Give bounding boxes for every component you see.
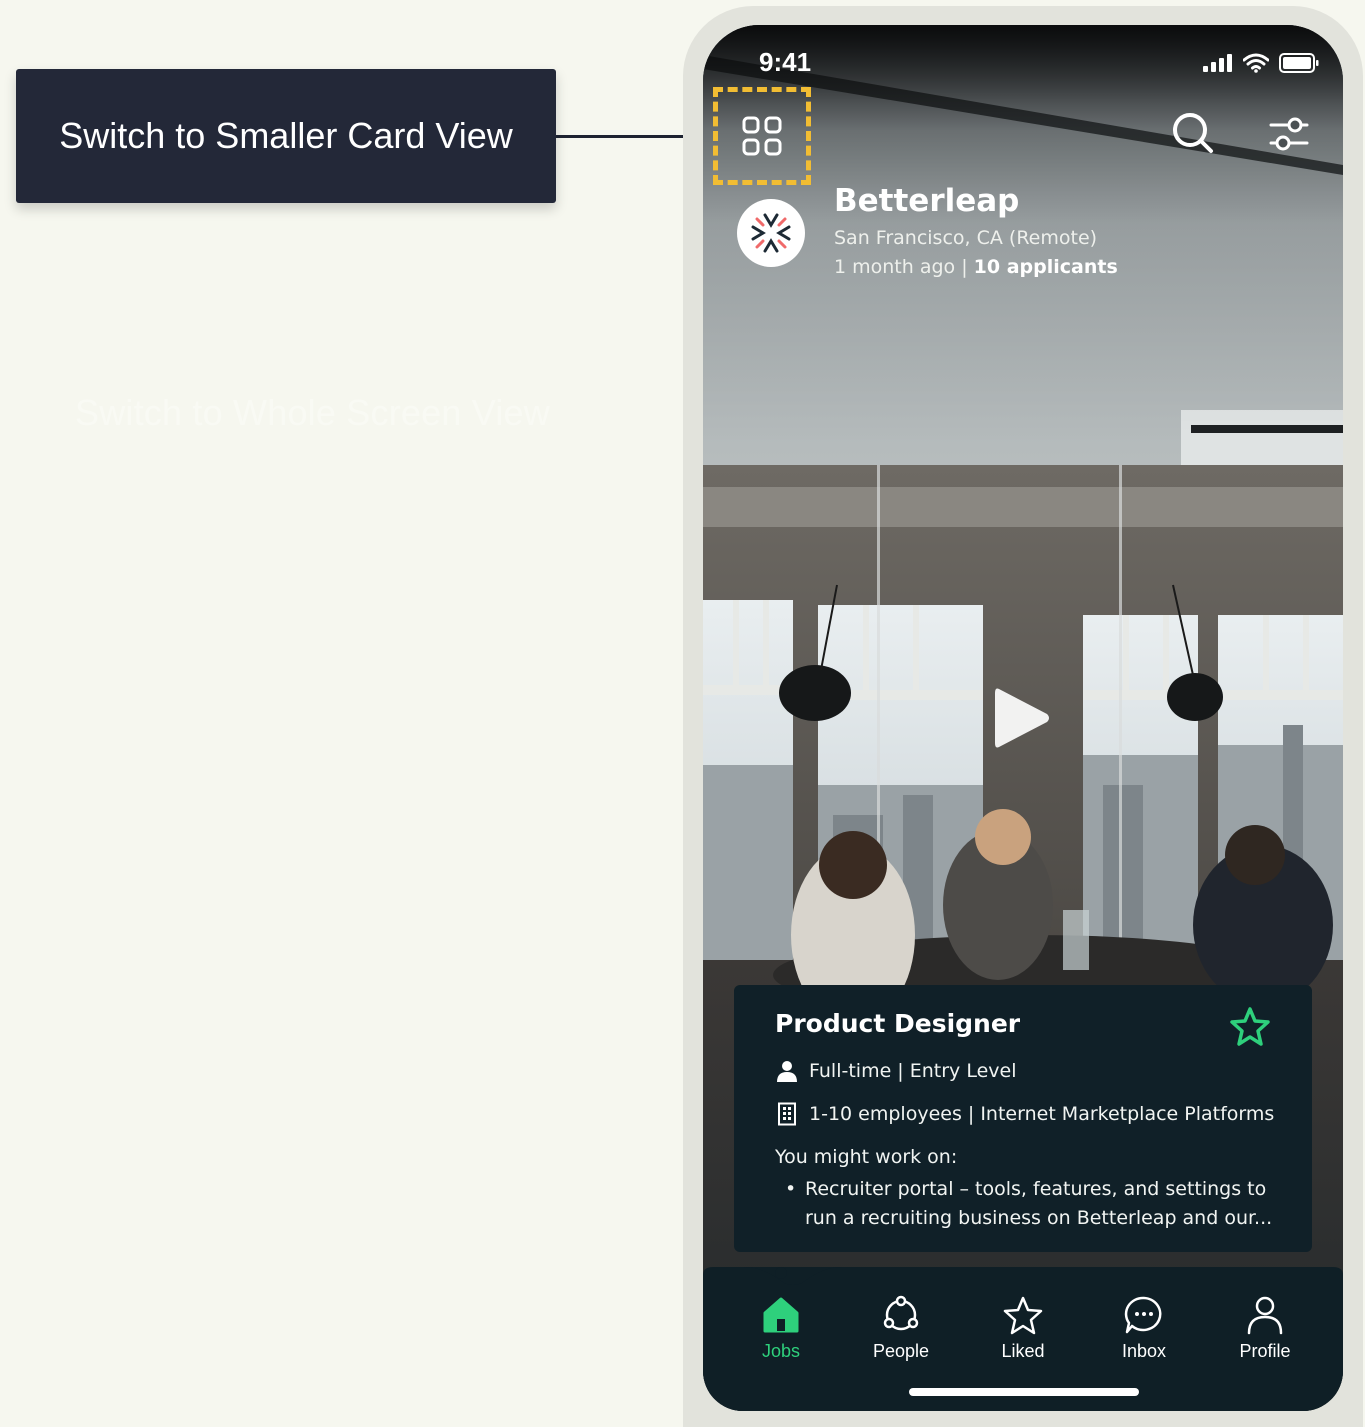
tab-profile[interactable]: Profile: [1215, 1295, 1315, 1362]
tab-label: Jobs: [761, 1341, 801, 1361]
phone-screen: 9:41 Betterleap San Francisco, CA (Remot…: [703, 25, 1343, 1411]
like-job-button[interactable]: [1228, 1005, 1272, 1049]
company-info: 1-10 employees | Internet Marketplace Pl…: [809, 1103, 1275, 1125]
meta-separator: |: [961, 256, 968, 278]
tab-label: Liked: [1001, 1341, 1045, 1361]
grid-view-toggle-button[interactable]: [713, 87, 811, 185]
home-icon: [763, 1297, 799, 1333]
employment-type: Full-time | Entry Level: [809, 1060, 1017, 1082]
search-button[interactable]: [1171, 111, 1215, 155]
people-icon: [883, 1295, 919, 1331]
annotation-callout: Switch to Smaller Card View: [16, 69, 556, 203]
company-info-row: 1-10 employees | Internet Marketplace Pl…: [775, 1102, 1274, 1126]
tab-jobs[interactable]: Jobs: [731, 1295, 831, 1362]
tab-indicator-dot: [775, 1267, 787, 1279]
tab-people[interactable]: People: [851, 1295, 951, 1362]
play-icon: [995, 688, 1049, 748]
company-logo[interactable]: [737, 199, 805, 267]
posted-time: 1 month ago: [834, 256, 956, 278]
company-meta: 1 month ago | 10 applicants: [834, 256, 1118, 278]
tab-label: People: [872, 1341, 930, 1361]
home-indicator[interactable]: [909, 1388, 1139, 1396]
person-icon: [777, 1061, 797, 1082]
job-title: Product Designer: [775, 1009, 1021, 1038]
star-icon: [1003, 1296, 1043, 1335]
job-card[interactable]: Product Designer Full-time | Entry Level: [734, 985, 1312, 1252]
employment-type-row: Full-time | Entry Level: [775, 1059, 1017, 1083]
wifi-icon: [1243, 53, 1269, 73]
ghost-annotation-label: Switch to Whole Screen View: [75, 392, 550, 433]
signal-icon: [1203, 54, 1232, 72]
company-name[interactable]: Betterleap: [834, 183, 1019, 219]
play-video-button[interactable]: [993, 685, 1053, 751]
search-icon: [1173, 113, 1213, 153]
chat-icon: [1124, 1296, 1162, 1334]
tab-label: Profile: [1239, 1341, 1291, 1361]
callout-label: Switch to Smaller Card View: [59, 115, 513, 156]
betterleap-logo-icon: [751, 213, 791, 253]
tab-inbox[interactable]: Inbox: [1094, 1295, 1194, 1362]
status-time: 9:41: [759, 47, 812, 77]
grid-icon: [742, 116, 782, 156]
filter-button[interactable]: [1267, 113, 1311, 157]
work-bullet: Recruiter portal – tools, features, and …: [785, 1175, 1275, 1233]
battery-icon: [1279, 53, 1319, 73]
user-icon: [1247, 1296, 1283, 1335]
applicant-count: 10 applicants: [973, 256, 1118, 278]
building-icon: [778, 1102, 796, 1126]
star-outline-icon: [1230, 1007, 1270, 1046]
work-heading: You might work on:: [775, 1146, 958, 1168]
tab-label: Inbox: [1121, 1341, 1167, 1361]
tab-bar-notch: [703, 1267, 1343, 1295]
company-location: San Francisco, CA (Remote): [834, 227, 1098, 249]
tab-liked[interactable]: Liked: [973, 1295, 1073, 1362]
filter-sliders-icon: [1269, 117, 1309, 151]
status-icons: [1203, 53, 1319, 73]
